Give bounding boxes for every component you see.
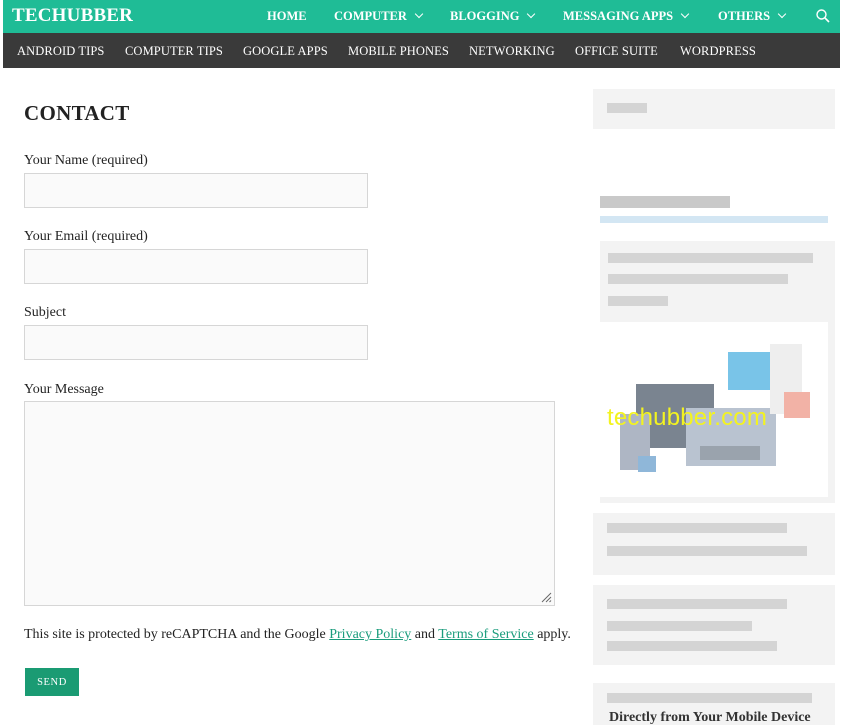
image-watermark: techubber.com (607, 404, 768, 431)
nav-item-others[interactable]: OTHERS (718, 9, 787, 24)
resize-grip-icon[interactable] (540, 591, 552, 603)
sidebar-post-card[interactable] (593, 585, 835, 665)
subject-field[interactable] (24, 325, 368, 360)
chevron-down-icon (777, 9, 787, 19)
notice-text: This site is protected by reCAPTCHA and … (24, 627, 330, 642)
subnav-item-office-suite[interactable]: OFFICE SUITE (575, 44, 658, 59)
page-title: CONTACT (24, 101, 130, 125)
category-nav-bar: ANDROID TIPS COMPUTER TIPS GOOGLE APPS M… (3, 33, 840, 68)
nav-item-label: OTHERS (718, 9, 771, 23)
top-header-bar: TECHUBBER HOME COMPUTER BLOGGING MESSAGI… (3, 0, 840, 33)
email-label: Your Email (required) (24, 229, 148, 244)
sidebar-post-title[interactable]: Directly from Your Mobile Device (609, 710, 811, 725)
message-label: Your Message (24, 382, 104, 397)
chevron-down-icon (414, 9, 424, 19)
name-field[interactable] (24, 173, 368, 208)
message-textarea[interactable] (24, 401, 555, 606)
chevron-down-icon (680, 9, 690, 19)
nav-item-home[interactable]: HOME (267, 9, 307, 24)
nav-item-label: BLOGGING (450, 9, 520, 23)
subnav-item-google-apps[interactable]: GOOGLE APPS (243, 44, 328, 59)
nav-item-label: COMPUTER (334, 9, 407, 23)
recaptcha-notice: This site is protected by reCAPTCHA and … (24, 627, 571, 643)
notice-text: apply. (533, 627, 571, 642)
sidebar-post-card[interactable] (593, 513, 835, 575)
nav-item-messaging-apps[interactable]: MESSAGING APPS (563, 9, 690, 24)
notice-text: and (411, 627, 439, 642)
chevron-down-icon (527, 9, 536, 19)
subnav-item-networking[interactable]: NETWORKING (469, 44, 555, 59)
subnav-item-wordpress[interactable]: WORDPRESS (680, 44, 756, 59)
nav-item-label: MESSAGING APPS (563, 9, 674, 23)
subject-label: Subject (24, 305, 66, 320)
nav-item-computer[interactable]: COMPUTER (334, 9, 424, 24)
sidebar-search-widget (593, 89, 835, 129)
terms-of-service-link[interactable]: Terms of Service (438, 627, 533, 642)
subnav-item-android-tips[interactable]: ANDROID TIPS (17, 44, 104, 59)
site-logo[interactable]: TECHUBBER (12, 5, 133, 27)
send-button[interactable]: SEND (25, 668, 79, 696)
privacy-policy-link[interactable]: Privacy Policy (329, 627, 411, 642)
name-label: Your Name (required) (24, 153, 148, 168)
nav-item-blogging[interactable]: BLOGGING (450, 9, 536, 24)
search-icon[interactable] (815, 8, 831, 24)
subnav-item-mobile-phones[interactable]: MOBILE PHONES (348, 44, 449, 59)
nav-item-label: HOME (267, 9, 307, 23)
subnav-item-computer-tips[interactable]: COMPUTER TIPS (125, 44, 223, 59)
email-field[interactable] (24, 249, 368, 284)
